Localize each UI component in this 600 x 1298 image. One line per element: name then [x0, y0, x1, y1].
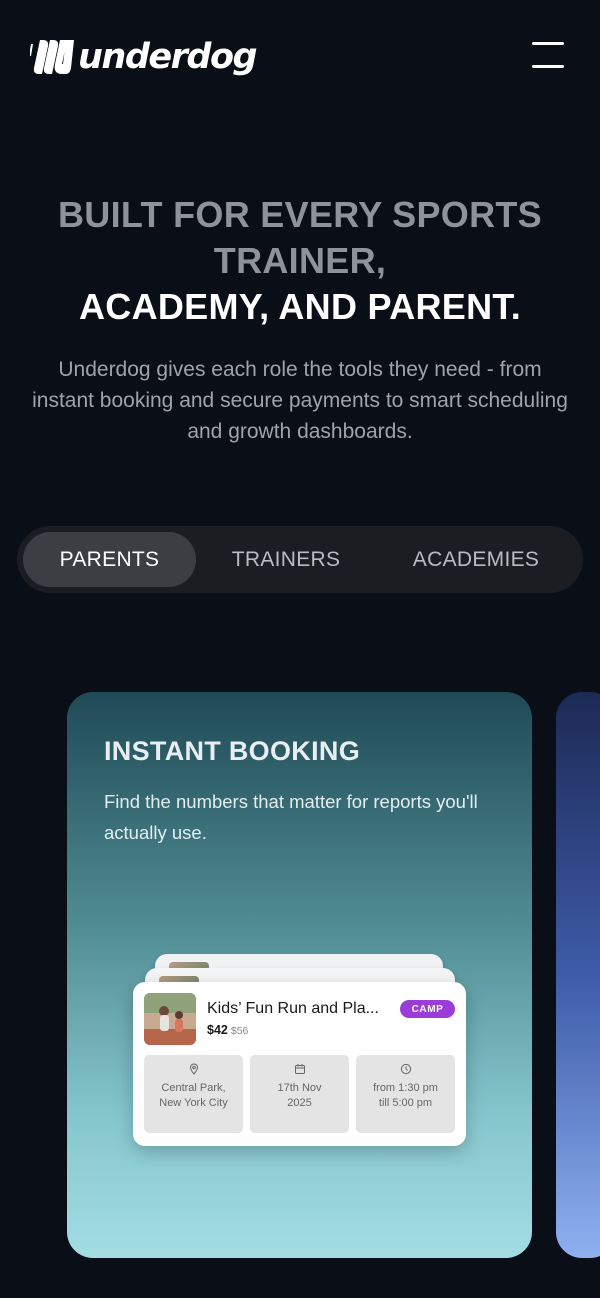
underdog-logo-icon — [30, 40, 74, 74]
hero-subtitle: Underdog gives each role the tools they … — [32, 358, 568, 443]
event-old-price: $56 — [230, 1025, 249, 1037]
tab-trainers[interactable]: TRAINERS — [196, 532, 376, 587]
feature-card-description: Find the numbers that matter for reports… — [104, 791, 478, 843]
role-tabs: PARENTS TRAINERS ACADEMIES — [17, 526, 583, 593]
event-time: from 1:30 pm till 5:00 pm — [356, 1055, 455, 1133]
tab-academies[interactable]: ACADEMIES — [376, 532, 576, 587]
feature-card-title: INSTANT BOOKING — [104, 736, 360, 766]
hero-title-line1: BUILT FOR EVERY SPORTS — [58, 194, 542, 235]
hero-title-line2: TRAINER, — [213, 240, 387, 281]
feature-card-next[interactable] — [556, 692, 600, 1258]
hero-title: BUILT FOR EVERY SPORTS TRAINER, ACADEMY,… — [0, 192, 600, 330]
location-pin-icon — [189, 1063, 198, 1075]
event-date-text: 17th Nov 2025 — [277, 1082, 322, 1109]
event-time-text: from 1:30 pm till 5:00 pm — [373, 1082, 438, 1109]
event-thumbnail — [144, 993, 196, 1045]
clock-icon — [400, 1063, 411, 1075]
logo[interactable]: underdog — [30, 36, 258, 77]
event-type-badge: CAMP — [400, 1000, 455, 1018]
event-location-text: Central Park, New York City — [159, 1082, 228, 1109]
header: underdog — [0, 0, 600, 120]
menu-line — [532, 65, 564, 68]
feature-card-instant-booking[interactable]: INSTANT BOOKING Find the numbers that ma… — [67, 692, 532, 1258]
logo-text: underdog — [78, 36, 258, 77]
tab-parents[interactable]: PARENTS — [23, 532, 196, 587]
calendar-icon — [294, 1064, 305, 1074]
menu-line — [532, 42, 564, 45]
event-current-price: $42 — [207, 1023, 228, 1037]
event-card[interactable]: Kids’ Fun Run and Pla... $42 $56 CAMP Cen… — [133, 982, 466, 1146]
event-price: $42 $56 — [207, 1023, 248, 1037]
event-date: 17th Nov 2025 — [250, 1055, 349, 1133]
hamburger-menu-icon[interactable] — [532, 42, 568, 68]
hero-title-line3: ACADEMY, AND PARENT. — [78, 286, 522, 327]
event-name: Kids’ Fun Run and Pla... — [207, 1000, 379, 1017]
event-location: Central Park, New York City — [144, 1055, 243, 1133]
event-photo-icon — [144, 993, 196, 1045]
